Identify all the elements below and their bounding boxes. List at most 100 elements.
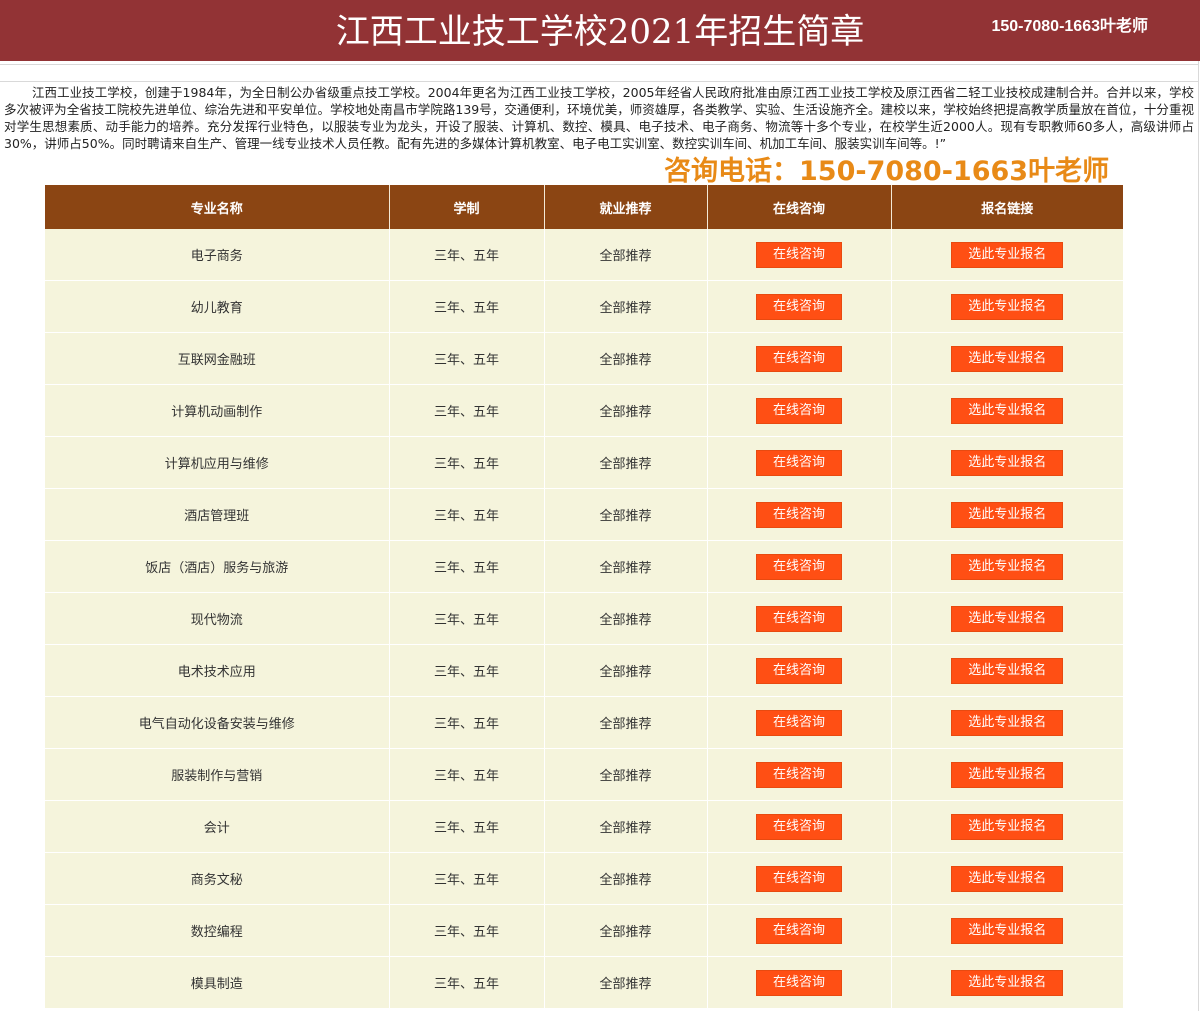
apply-cell: 选此专业报名 [891, 229, 1123, 281]
apply-major-button[interactable]: 选此专业报名 [951, 449, 1064, 476]
major-name-cell: 计算机动画制作 [45, 384, 390, 437]
consult-cell: 在线咨询 [707, 748, 892, 801]
consult-cell: 在线咨询 [707, 540, 892, 593]
majors-table: 专业名称 学制 就业推荐 在线咨询 报名链接 电子商务 三年、五年 全部推荐 在线咨询… [45, 185, 1123, 1009]
table-row: 模具制造 三年、五年 全部推荐 在线咨询 选此专业报名 [45, 956, 1123, 1009]
consult-cell: 在线咨询 [707, 384, 892, 437]
table-row: 会计 三年、五年 全部推荐 在线咨询 选此专业报名 [45, 800, 1123, 853]
major-name-cell: 互联网金融班 [45, 332, 390, 385]
apply-major-button[interactable]: 选此专业报名 [951, 605, 1064, 632]
major-name-cell: 电气自动化设备安装与维修 [45, 696, 390, 749]
duration-cell: 三年、五年 [389, 956, 545, 1009]
apply-cell: 选此专业报名 [891, 384, 1123, 437]
duration-cell: 三年、五年 [389, 436, 545, 489]
apply-cell: 选此专业报名 [891, 592, 1123, 645]
placement-cell: 全部推荐 [544, 748, 708, 801]
duration-cell: 三年、五年 [389, 488, 545, 541]
apply-major-button[interactable]: 选此专业报名 [951, 397, 1064, 424]
consult-cell: 在线咨询 [707, 644, 892, 697]
table-row: 数控编程 三年、五年 全部推荐 在线咨询 选此专业报名 [45, 904, 1123, 957]
online-consult-button[interactable]: 在线咨询 [756, 969, 842, 996]
consult-cell: 在线咨询 [707, 332, 892, 385]
placement-cell: 全部推荐 [544, 384, 708, 437]
apply-cell: 选此专业报名 [891, 488, 1123, 541]
duration-cell: 三年、五年 [389, 592, 545, 645]
apply-cell: 选此专业报名 [891, 540, 1123, 593]
consult-cell: 在线咨询 [707, 696, 892, 749]
online-consult-button[interactable]: 在线咨询 [756, 605, 842, 632]
major-name-cell: 电术技术应用 [45, 644, 390, 697]
apply-major-button[interactable]: 选此专业报名 [951, 917, 1064, 944]
apply-cell: 选此专业报名 [891, 644, 1123, 697]
intro-paragraph: 江西工业技工学校，创建于1984年，为全日制公办省级重点技工学校。2004年更名… [4, 85, 1194, 151]
duration-cell: 三年、五年 [389, 229, 545, 281]
apply-cell: 选此专业报名 [891, 956, 1123, 1009]
major-name-cell: 计算机应用与维修 [45, 436, 390, 489]
online-consult-button[interactable]: 在线咨询 [756, 657, 842, 684]
column-header-major: 专业名称 [45, 185, 390, 229]
major-name-cell: 饭店（酒店）服务与旅游 [45, 540, 390, 593]
online-consult-button[interactable]: 在线咨询 [756, 241, 842, 268]
apply-major-button[interactable]: 选此专业报名 [951, 865, 1064, 892]
apply-major-button[interactable]: 选此专业报名 [951, 969, 1064, 996]
placement-cell: 全部推荐 [544, 852, 708, 905]
apply-major-button[interactable]: 选此专业报名 [951, 501, 1064, 528]
placement-cell: 全部推荐 [544, 436, 708, 489]
apply-major-button[interactable]: 选此专业报名 [951, 813, 1064, 840]
apply-cell: 选此专业报名 [891, 748, 1123, 801]
table-row: 现代物流 三年、五年 全部推荐 在线咨询 选此专业报名 [45, 592, 1123, 645]
online-consult-button[interactable]: 在线咨询 [756, 865, 842, 892]
duration-cell: 三年、五年 [389, 904, 545, 957]
divider [0, 64, 1199, 82]
placement-cell: 全部推荐 [544, 280, 708, 333]
table-row: 互联网金融班 三年、五年 全部推荐 在线咨询 选此专业报名 [45, 332, 1123, 385]
apply-cell: 选此专业报名 [891, 280, 1123, 333]
consult-cell: 在线咨询 [707, 852, 892, 905]
major-name-cell: 幼儿教育 [45, 280, 390, 333]
online-consult-button[interactable]: 在线咨询 [756, 709, 842, 736]
duration-cell: 三年、五年 [389, 852, 545, 905]
duration-cell: 三年、五年 [389, 280, 545, 333]
table-row: 电术技术应用 三年、五年 全部推荐 在线咨询 选此专业报名 [45, 644, 1123, 697]
page-header: 江西工业技工学校2021年招生简章 150-7080-1663叶老师 [0, 0, 1200, 61]
apply-cell: 选此专业报名 [891, 904, 1123, 957]
placement-cell: 全部推荐 [544, 644, 708, 697]
apply-major-button[interactable]: 选此专业报名 [951, 345, 1064, 372]
online-consult-button[interactable]: 在线咨询 [756, 553, 842, 580]
duration-cell: 三年、五年 [389, 800, 545, 853]
major-name-cell: 服装制作与营销 [45, 748, 390, 801]
column-header-apply: 报名链接 [891, 185, 1123, 229]
consult-cell: 在线咨询 [707, 229, 892, 281]
duration-cell: 三年、五年 [389, 384, 545, 437]
apply-major-button[interactable]: 选此专业报名 [951, 657, 1064, 684]
consult-cell: 在线咨询 [707, 280, 892, 333]
placement-cell: 全部推荐 [544, 592, 708, 645]
online-consult-button[interactable]: 在线咨询 [756, 761, 842, 788]
major-name-cell: 现代物流 [45, 592, 390, 645]
apply-major-button[interactable]: 选此专业报名 [951, 293, 1064, 320]
online-consult-button[interactable]: 在线咨询 [756, 813, 842, 840]
online-consult-button[interactable]: 在线咨询 [756, 917, 842, 944]
apply-major-button[interactable]: 选此专业报名 [951, 553, 1064, 580]
online-consult-button[interactable]: 在线咨询 [756, 501, 842, 528]
online-consult-button[interactable]: 在线咨询 [756, 345, 842, 372]
consult-cell: 在线咨询 [707, 436, 892, 489]
placement-cell: 全部推荐 [544, 229, 708, 281]
placement-cell: 全部推荐 [544, 904, 708, 957]
duration-cell: 三年、五年 [389, 696, 545, 749]
online-consult-button[interactable]: 在线咨询 [756, 293, 842, 320]
consult-phone: 咨询电话：150-7080-1663叶老师 [664, 156, 1110, 187]
placement-cell: 全部推荐 [544, 332, 708, 385]
online-consult-button[interactable]: 在线咨询 [756, 397, 842, 424]
consult-cell: 在线咨询 [707, 592, 892, 645]
consult-cell: 在线咨询 [707, 956, 892, 1009]
major-name-cell: 数控编程 [45, 904, 390, 957]
apply-major-button[interactable]: 选此专业报名 [951, 241, 1064, 268]
table-row: 计算机动画制作 三年、五年 全部推荐 在线咨询 选此专业报名 [45, 384, 1123, 437]
apply-cell: 选此专业报名 [891, 332, 1123, 385]
table-row: 酒店管理班 三年、五年 全部推荐 在线咨询 选此专业报名 [45, 488, 1123, 541]
online-consult-button[interactable]: 在线咨询 [756, 449, 842, 476]
apply-major-button[interactable]: 选此专业报名 [951, 709, 1064, 736]
major-name-cell: 模具制造 [45, 956, 390, 1009]
apply-major-button[interactable]: 选此专业报名 [951, 761, 1064, 788]
